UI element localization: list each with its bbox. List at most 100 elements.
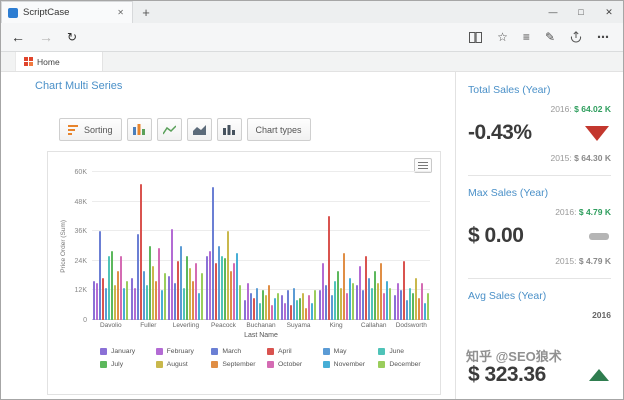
bar-may-callahan[interactable] <box>368 278 371 320</box>
bar-november-dodsworth[interactable] <box>423 302 426 320</box>
bar-december-davolio[interactable] <box>126 280 129 320</box>
bar-december-buchanan[interactable] <box>276 292 279 320</box>
address-bar[interactable] <box>91 27 455 47</box>
bar-february-buchanan[interactable] <box>246 283 249 320</box>
bar-october-callahan[interactable] <box>383 292 386 320</box>
legend-item-july[interactable]: July <box>100 361 152 368</box>
refresh-button[interactable]: ↻ <box>67 31 77 43</box>
bar-august-king[interactable] <box>339 287 342 320</box>
bar-october-leverling[interactable] <box>195 263 198 320</box>
bar-july-dodsworth[interactable] <box>411 292 414 320</box>
bar-september-callahan[interactable] <box>380 263 383 320</box>
tab-home[interactable]: Home <box>15 52 103 71</box>
bar-april-fuller[interactable] <box>139 184 142 320</box>
bar-january-dodsworth[interactable] <box>393 295 396 320</box>
bar-june-buchanan[interactable] <box>258 302 261 320</box>
bar-february-suyama[interactable] <box>284 302 287 320</box>
bar-may-peacock[interactable] <box>217 246 220 320</box>
bar-november-suyama[interactable] <box>311 302 314 320</box>
bar-january-leverling[interactable] <box>168 275 171 320</box>
bar-july-fuller[interactable] <box>148 246 151 320</box>
legend-item-august[interactable]: August <box>155 361 208 368</box>
bar-july-peacock[interactable] <box>223 258 226 320</box>
bar-september-dodsworth[interactable] <box>417 297 420 320</box>
bar-july-davolio[interactable] <box>111 250 114 320</box>
bar-december-leverling[interactable] <box>201 273 204 320</box>
bar-august-peacock[interactable] <box>226 231 229 320</box>
browser-tab-scriptcase[interactable]: ScriptCase ✕ <box>1 1 133 23</box>
bar-april-buchanan[interactable] <box>252 297 255 320</box>
maximize-button[interactable]: □ <box>567 1 595 23</box>
legend-item-may[interactable]: May <box>322 348 375 355</box>
bar-april-suyama[interactable] <box>290 305 293 320</box>
bar-january-fuller[interactable] <box>130 278 133 320</box>
bar-february-leverling[interactable] <box>171 228 174 320</box>
bar-june-leverling[interactable] <box>183 287 186 320</box>
bar-march-king[interactable] <box>324 285 327 320</box>
bar-april-davolio[interactable] <box>102 278 105 320</box>
bar-april-leverling[interactable] <box>177 260 180 320</box>
legend-item-december[interactable]: December <box>378 361 430 368</box>
bar-august-callahan[interactable] <box>377 283 380 320</box>
bar-july-king[interactable] <box>336 270 339 320</box>
bar-january-davolio[interactable] <box>93 280 96 320</box>
bar-october-dodsworth[interactable] <box>420 283 423 320</box>
bar-november-king[interactable] <box>348 278 351 320</box>
favorites-star-icon[interactable]: ☆ <box>497 31 508 43</box>
bar-january-peacock[interactable] <box>205 255 208 320</box>
bar-march-buchanan[interactable] <box>249 292 252 320</box>
bar-may-suyama[interactable] <box>293 287 296 320</box>
reading-view-icon[interactable] <box>469 31 483 43</box>
bar-may-dodsworth[interactable] <box>405 300 408 320</box>
bar-june-dodsworth[interactable] <box>408 287 411 320</box>
bar-january-buchanan[interactable] <box>243 300 246 320</box>
bar-july-buchanan[interactable] <box>261 290 264 320</box>
legend-item-april[interactable]: April <box>267 348 319 355</box>
legend-item-june[interactable]: June <box>378 348 430 355</box>
bar-september-suyama[interactable] <box>305 307 308 320</box>
bar-february-dodsworth[interactable] <box>396 283 399 320</box>
bar-april-dodsworth[interactable] <box>402 260 405 320</box>
bar-february-callahan[interactable] <box>359 265 362 320</box>
tab-close-icon[interactable]: ✕ <box>115 7 126 18</box>
bar-august-buchanan[interactable] <box>264 295 267 320</box>
bar-october-fuller[interactable] <box>157 248 160 320</box>
bar-december-peacock[interactable] <box>238 285 241 320</box>
legend-item-october[interactable]: October <box>267 361 319 368</box>
bar-december-king[interactable] <box>351 283 354 320</box>
line-chart-icon-button[interactable] <box>156 118 182 141</box>
bar-february-peacock[interactable] <box>208 250 211 320</box>
bar-september-peacock[interactable] <box>229 270 232 320</box>
bar-march-davolio[interactable] <box>99 231 102 320</box>
bar-september-buchanan[interactable] <box>267 285 270 320</box>
forward-button[interactable]: → <box>39 30 53 44</box>
bar-july-callahan[interactable] <box>374 270 377 320</box>
bar-may-leverling[interactable] <box>180 246 183 320</box>
back-button[interactable]: ← <box>11 30 25 44</box>
bar-october-buchanan[interactable] <box>270 305 273 320</box>
bar-november-fuller[interactable] <box>160 290 163 320</box>
legend-item-january[interactable]: January <box>100 348 152 355</box>
bar-july-leverling[interactable] <box>186 255 189 320</box>
bar-january-king[interactable] <box>318 290 321 320</box>
bar-november-callahan[interactable] <box>386 280 389 320</box>
chart-types-button[interactable]: Chart types <box>246 118 311 141</box>
bar-may-buchanan[interactable] <box>255 287 258 320</box>
bar-march-suyama[interactable] <box>287 290 290 320</box>
bar-july-suyama[interactable] <box>299 297 302 320</box>
bar-january-suyama[interactable] <box>281 295 284 320</box>
bar-october-peacock[interactable] <box>232 263 235 320</box>
bar-november-buchanan[interactable] <box>273 297 276 320</box>
bar-february-fuller[interactable] <box>133 287 136 320</box>
bar-february-davolio[interactable] <box>96 283 99 320</box>
bar-december-dodsworth[interactable] <box>426 292 429 320</box>
bar-chart-icon-button[interactable] <box>126 118 152 141</box>
bar-august-davolio[interactable] <box>114 285 117 320</box>
web-note-icon[interactable]: ✎ <box>545 31 555 43</box>
bar-august-leverling[interactable] <box>189 268 192 320</box>
bar-october-suyama[interactable] <box>308 295 311 320</box>
legend-item-february[interactable]: February <box>155 348 208 355</box>
bar-october-davolio[interactable] <box>120 255 123 320</box>
bar-april-callahan[interactable] <box>365 255 368 320</box>
more-options-icon[interactable]: ⋯ <box>597 31 609 43</box>
